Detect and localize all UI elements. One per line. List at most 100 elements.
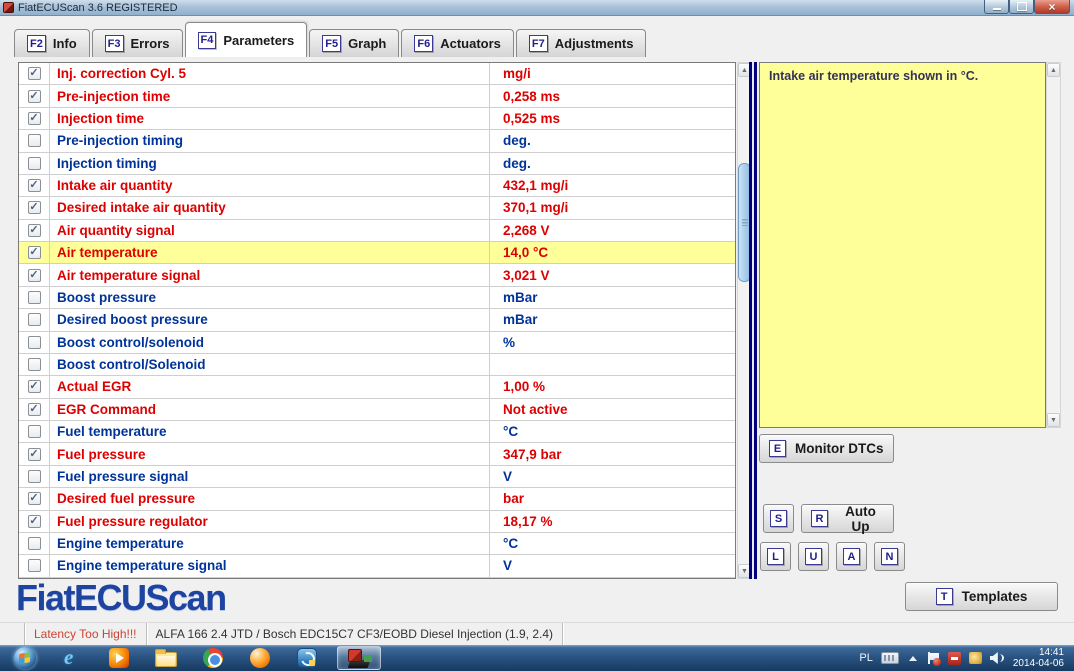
action-center-flag-icon[interactable] [927,652,940,665]
parameter-row[interactable]: Pre-injection timingdeg. [19,130,735,152]
monitor-dtcs-button[interactable]: E Monitor DTCs [759,434,894,463]
start-orb-taskbar-button[interactable] [8,646,42,670]
parameter-checkbox[interactable] [28,157,41,170]
parameter-value: mBar [490,287,735,308]
parameter-checkbox[interactable] [28,291,41,304]
parameter-row[interactable]: ✓Desired intake air quantity370,1 mg/i [19,197,735,219]
parameter-row[interactable]: ✓Injection time0,525 ms [19,108,735,130]
parameter-checkbox[interactable] [28,313,41,326]
key-button-a[interactable]: A [836,542,867,571]
parameter-row[interactable]: ✓Fuel pressure347,9 bar [19,443,735,465]
description-panel: Intake air temperature shown in °C. [759,62,1046,428]
scroll-up-arrow-icon[interactable]: ▲ [1047,63,1060,77]
keyboard-icon[interactable] [881,652,899,664]
parameter-row[interactable]: Fuel temperature°C [19,421,735,443]
parameter-checkbox[interactable] [28,134,41,147]
parameter-checkbox[interactable] [28,559,41,572]
maximize-button[interactable] [1009,0,1034,14]
parameter-name: Desired boost pressure [50,309,490,330]
checkbox-cell: ✓ [19,399,50,420]
parameter-value: V [490,555,735,576]
parameter-checkbox[interactable]: ✓ [28,403,41,416]
language-indicator[interactable]: PL [859,652,872,664]
templates-button[interactable]: T Templates [905,582,1058,611]
parameter-checkbox[interactable]: ✓ [28,246,41,259]
description-scrollbar[interactable]: ▲ ▼ [1046,62,1061,428]
tab-graph[interactable]: F5Graph [309,29,399,57]
file-explorer-taskbar-button[interactable] [149,646,183,670]
parameter-row[interactable]: Engine temperature signalV [19,555,735,577]
plug-icon[interactable] [969,652,982,664]
system-tray: PL 14:41 2014-04-06 [859,647,1074,669]
taskbar-clock[interactable]: 14:41 2014-04-06 [1013,647,1064,669]
parameter-checkbox[interactable]: ✓ [28,67,41,80]
disconnect-icon[interactable] [948,652,961,665]
parameter-checkbox[interactable]: ✓ [28,492,41,505]
parameter-row[interactable]: ✓Air temperature signal3,021 V [19,264,735,286]
key-button-n[interactable]: N [874,542,905,571]
r-key-badge: R [811,510,828,527]
parameter-value: deg. [490,153,735,174]
parameter-checkbox[interactable]: ✓ [28,269,41,282]
scroll-down-arrow-icon[interactable]: ▼ [1047,413,1060,427]
volume-icon[interactable] [990,652,1005,664]
pc-suite-taskbar-button[interactable] [290,646,324,670]
minimize-button[interactable] [984,0,1009,14]
parameter-row[interactable]: ✓EGR CommandNot active [19,399,735,421]
auto-up-button[interactable]: R Auto Up [801,504,894,533]
parameter-checkbox[interactable]: ✓ [28,224,41,237]
parameter-name: Desired intake air quantity [50,197,490,218]
internet-explorer-icon [61,647,83,669]
tab-actuators[interactable]: F6Actuators [401,29,514,57]
parameter-row[interactable]: ✓Pre-injection time0,258 ms [19,85,735,107]
parameter-checkbox[interactable]: ✓ [28,448,41,461]
checkbox-cell: ✓ [19,511,50,532]
tab-info[interactable]: F2Info [14,29,90,57]
s-button[interactable]: S [763,504,794,533]
parameter-row[interactable]: Desired boost pressuremBar [19,309,735,331]
parameter-row[interactable]: ✓Fuel pressure regulator18,17 % [19,511,735,533]
checkbox-cell [19,466,50,487]
status-filler [563,623,1074,645]
parameter-row[interactable]: ✓Air quantity signal2,268 V [19,220,735,242]
parameter-checkbox[interactable] [28,425,41,438]
parameter-row[interactable]: Boost pressuremBar [19,287,735,309]
parameter-row[interactable]: ✓Actual EGR1,00 % [19,376,735,398]
parameter-checkbox[interactable] [28,470,41,483]
parameter-row[interactable]: Fuel pressure signalV [19,466,735,488]
parameter-checkbox[interactable]: ✓ [28,515,41,528]
internet-explorer-taskbar-button[interactable] [55,646,89,670]
parameter-checkbox[interactable]: ✓ [28,380,41,393]
parameter-row[interactable]: ✓Inj. correction Cyl. 5mg/i [19,63,735,85]
parameter-checkbox[interactable]: ✓ [28,112,41,125]
parameter-checkbox[interactable] [28,336,41,349]
parameter-checkbox[interactable]: ✓ [28,90,41,103]
tab-adjustments[interactable]: F7Adjustments [516,29,647,57]
checkbox-cell [19,130,50,151]
key-button-l[interactable]: L [760,542,791,571]
parameter-row[interactable]: Boost control/solenoid% [19,332,735,354]
fkey-badge: F2 [27,35,46,52]
fiatecuscan-logo: FiatECUScan [16,577,226,619]
parameter-value: mBar [490,309,735,330]
parameter-row[interactable]: ✓Intake air quantity432,1 mg/i [19,175,735,197]
parameter-row[interactable]: ✓Desired fuel pressurebar [19,488,735,510]
tab-errors[interactable]: F3Errors [92,29,183,57]
media-player-taskbar-button[interactable] [102,646,136,670]
parameter-row[interactable]: Boost control/Solenoid [19,354,735,376]
parameter-row[interactable]: ✓Air temperature14,0 °C [19,242,735,264]
parameter-checkbox[interactable] [28,358,41,371]
parameter-checkbox[interactable]: ✓ [28,201,41,214]
key-button-u[interactable]: U [798,542,829,571]
fiatecuscan-taskbar-button[interactable] [337,646,381,670]
close-button[interactable] [1034,0,1070,14]
parameter-checkbox[interactable] [28,537,41,550]
parameter-name: Desired fuel pressure [50,488,490,509]
hidden-icons-chevron-icon[interactable] [909,656,917,661]
tab-parameters[interactable]: F4Parameters [185,22,308,57]
chrome-taskbar-button[interactable] [196,646,230,670]
parameter-row[interactable]: Engine temperature°C [19,533,735,555]
gom-player-taskbar-button[interactable] [243,646,277,670]
parameter-row[interactable]: Injection timingdeg. [19,153,735,175]
parameter-checkbox[interactable]: ✓ [28,179,41,192]
